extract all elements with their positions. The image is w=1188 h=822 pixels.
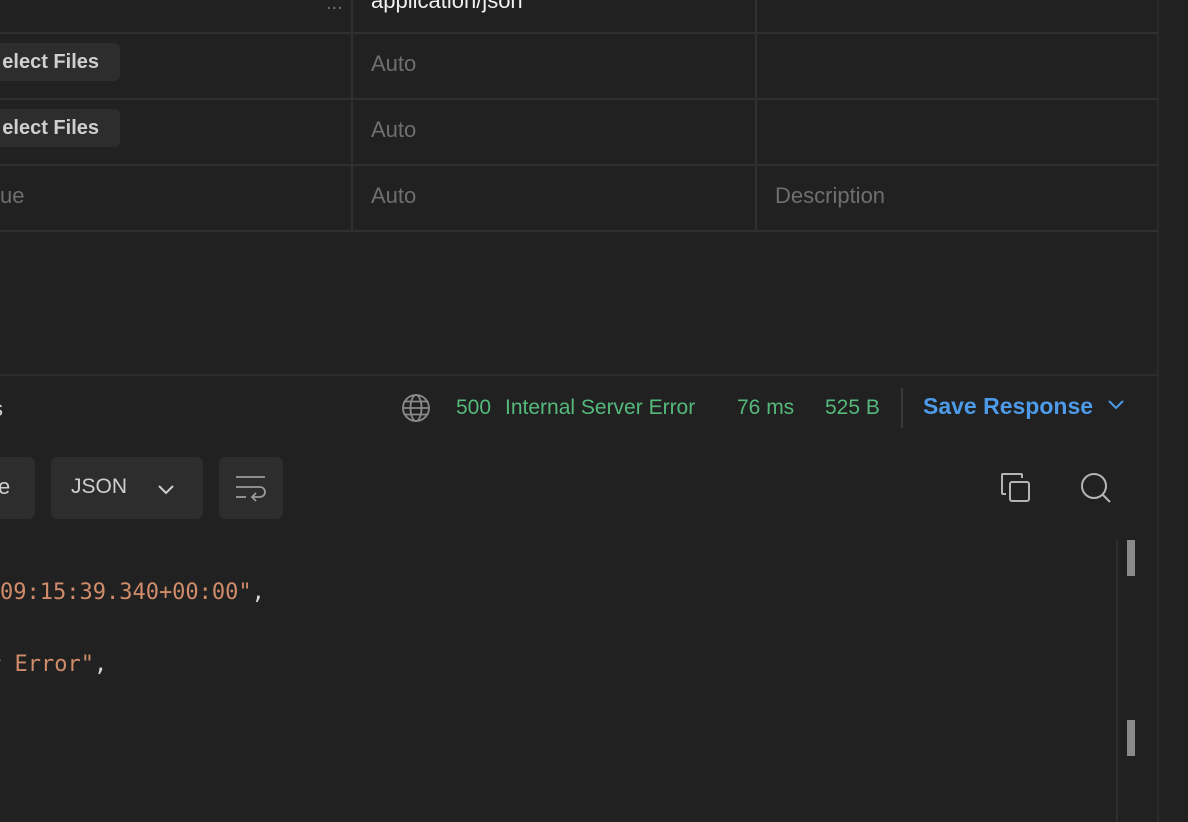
view-mode-button[interactable]: e [0, 457, 35, 519]
column-divider [351, 0, 353, 231]
row-divider [0, 164, 1158, 166]
search-icon[interactable] [1080, 472, 1112, 509]
panel-edge [1157, 0, 1159, 822]
copy-icon[interactable] [1000, 472, 1032, 509]
content-type-cell[interactable]: Auto [371, 51, 416, 77]
response-tab-fragment[interactable]: s [0, 396, 3, 422]
row-divider [0, 98, 1158, 100]
scrollbar-track[interactable] [1116, 540, 1118, 822]
wrap-lines-icon [235, 474, 267, 507]
code-line: 09:15:39.340+00:00", [0, 580, 265, 605]
code-line: r Error", [0, 652, 108, 677]
save-response-label: Save Response [923, 393, 1094, 419]
description-input[interactable]: Description [775, 183, 885, 209]
status-text: Internal Server Error [505, 396, 696, 419]
scrollbar-marker[interactable] [1127, 720, 1135, 756]
value-ellipsis[interactable]: ... [326, 0, 343, 15]
select-files-button[interactable]: elect Files [0, 43, 120, 81]
save-response-button[interactable]: Save Response [923, 393, 1125, 420]
value-input[interactable]: ue [0, 183, 24, 209]
response-size[interactable]: 525 B [825, 396, 880, 420]
column-divider [755, 0, 757, 231]
wrap-lines-button[interactable] [219, 457, 283, 519]
format-label: JSON [71, 475, 128, 498]
chevron-down-icon[interactable] [1107, 398, 1125, 416]
status-code: 500 [456, 396, 492, 419]
row-divider [0, 230, 1158, 232]
response-time[interactable]: 76 ms [737, 396, 794, 420]
content-type-cell[interactable]: Auto [371, 183, 416, 209]
chevron-down-icon [157, 483, 175, 501]
scrollbar-marker[interactable] [1127, 540, 1135, 576]
status-separator [901, 388, 903, 428]
content-type-cell[interactable]: Auto [371, 117, 416, 143]
select-files-button[interactable]: elect Files [0, 109, 120, 147]
globe-icon[interactable] [401, 393, 431, 423]
response-divider [0, 374, 1158, 376]
row-divider [0, 32, 1158, 34]
format-select[interactable]: JSON [51, 457, 203, 519]
content-type-cell[interactable]: application/json [371, 0, 523, 14]
